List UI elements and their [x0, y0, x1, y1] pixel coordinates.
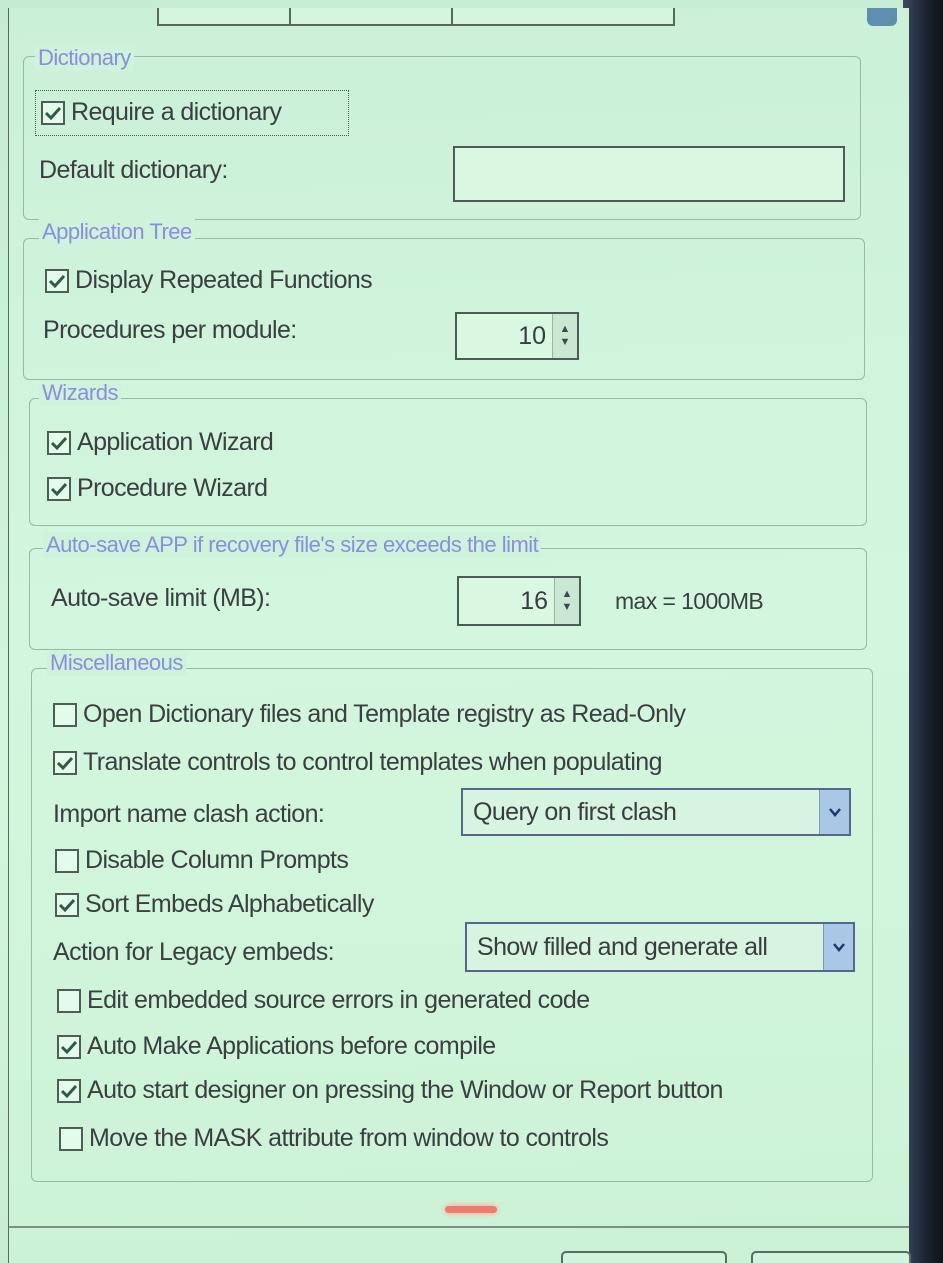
checkbox-box[interactable]: [45, 268, 69, 293]
application-tree-group: [23, 238, 865, 380]
checkbox-label: Sort Embeds Alphabetically: [85, 890, 374, 918]
sort-embeds-checkbox[interactable]: Sort Embeds Alphabetically: [55, 890, 374, 919]
checkbox-box[interactable]: [59, 1126, 83, 1151]
checkmark-icon: [60, 1084, 78, 1098]
spinner-value: 16: [520, 586, 548, 615]
checkbox-box[interactable]: [53, 702, 77, 727]
autosave-limit-spinner[interactable]: 16 ▲ ▼: [457, 576, 581, 626]
require-dictionary-checkbox[interactable]: Require a dictionary: [41, 98, 282, 127]
procedures-per-module-spinner[interactable]: 10 ▲ ▼: [455, 312, 579, 360]
disable-column-prompts-checkbox[interactable]: Disable Column Prompts: [55, 846, 349, 875]
checkmark-icon: [44, 106, 62, 120]
checkbox-box[interactable]: [53, 750, 77, 775]
checkmark-icon: [58, 898, 76, 912]
monitor-bezel: [903, 0, 943, 1263]
checkbox-box[interactable]: [55, 848, 79, 873]
wizards-group: [29, 398, 867, 526]
autosave-limit-label: Auto-save limit (MB):: [51, 584, 271, 612]
chevron-down-icon[interactable]: [819, 790, 849, 834]
wizards-legend: Wizards: [39, 380, 121, 406]
spin-down-icon[interactable]: ▼: [560, 337, 571, 348]
application-tree-legend: Application Tree: [39, 219, 195, 245]
checkbox-box[interactable]: [41, 100, 65, 125]
ide-options-dialog: Dictionary Require a dictionary Default …: [8, 8, 911, 1263]
ok-button[interactable]: [561, 1251, 727, 1263]
checkbox-label: Open Dictionary files and Template regis…: [83, 700, 686, 728]
display-repeated-functions-checkbox[interactable]: Display Repeated Functions: [45, 266, 373, 295]
checkbox-label: Require a dictionary: [71, 98, 282, 126]
checkbox-label: Application Wizard: [77, 428, 274, 456]
spin-arrows-icon[interactable]: ▲ ▼: [554, 578, 579, 624]
laser-pointer-dot: [445, 1206, 497, 1213]
import-clash-select[interactable]: Query on first clash: [461, 788, 851, 836]
checkbox-label: Edit embedded source errors in generated…: [87, 986, 590, 1014]
spin-arrows-icon[interactable]: ▲ ▼: [552, 314, 577, 358]
checkmark-icon: [48, 274, 66, 288]
application-wizard-checkbox[interactable]: Application Wizard: [47, 428, 274, 457]
checkbox-box[interactable]: [57, 1034, 81, 1059]
open-readonly-checkbox[interactable]: Open Dictionary files and Template regis…: [53, 700, 686, 729]
default-dictionary-field[interactable]: [453, 146, 845, 202]
checkbox-label: Display Repeated Functions: [75, 266, 373, 294]
tab-strip: [9, 8, 909, 26]
checkbox-label: Move the MASK attribute from window to c…: [89, 1124, 609, 1152]
translate-controls-checkbox[interactable]: Translate controls to control templates …: [53, 748, 663, 777]
tab-scroll-arrow[interactable]: [867, 8, 897, 26]
spin-up-icon[interactable]: ▲: [562, 589, 573, 600]
legacy-embeds-select[interactable]: Show filled and generate all: [465, 922, 855, 972]
procedures-per-module-label: Procedures per module:: [43, 316, 297, 344]
checkmark-icon: [50, 482, 68, 496]
cancel-button[interactable]: [751, 1251, 911, 1263]
tab-2[interactable]: [289, 8, 453, 26]
checkbox-box[interactable]: [57, 1078, 81, 1103]
auto-start-designer-checkbox[interactable]: Auto start designer on pressing the Wind…: [57, 1076, 723, 1105]
autosave-legend: Auto-save APP if recovery file's size ex…: [43, 532, 542, 558]
spin-down-icon[interactable]: ▼: [562, 602, 573, 613]
checkbox-box[interactable]: [55, 892, 79, 917]
tab-3[interactable]: [451, 8, 675, 26]
default-dictionary-label: Default dictionary:: [39, 156, 228, 184]
procedure-wizard-checkbox[interactable]: Procedure Wizard: [47, 474, 268, 503]
checkbox-box[interactable]: [47, 476, 71, 501]
chevron-down-icon[interactable]: [823, 924, 853, 970]
import-clash-label: Import name clash action:: [53, 800, 325, 828]
spinner-value: 10: [518, 321, 546, 350]
checkbox-box[interactable]: [57, 988, 81, 1013]
autosave-max-text: max = 1000MB: [615, 588, 764, 614]
miscellaneous-legend: Miscellaneous: [47, 650, 186, 676]
move-mask-checkbox[interactable]: Move the MASK attribute from window to c…: [59, 1124, 609, 1153]
checkbox-label: Auto start designer on pressing the Wind…: [87, 1076, 723, 1104]
edit-embedded-errors-checkbox[interactable]: Edit embedded source errors in generated…: [57, 986, 590, 1015]
tab-1[interactable]: [157, 8, 291, 26]
checkbox-label: Auto Make Applications before compile: [87, 1032, 496, 1060]
spin-up-icon[interactable]: ▲: [560, 324, 571, 335]
screen: Dictionary Require a dictionary Default …: [0, 0, 943, 1263]
select-value: Query on first clash: [473, 797, 677, 826]
checkbox-label: Disable Column Prompts: [85, 846, 349, 874]
checkmark-icon: [50, 436, 68, 450]
checkbox-label: Procedure Wizard: [77, 474, 268, 502]
checkmark-icon: [60, 1040, 78, 1054]
button-separator: [9, 1226, 909, 1228]
auto-make-checkbox[interactable]: Auto Make Applications before compile: [57, 1032, 496, 1061]
legacy-embeds-label: Action for Legacy embeds:: [53, 938, 335, 966]
checkbox-label: Translate controls to control templates …: [83, 748, 663, 776]
checkmark-icon: [56, 756, 74, 770]
select-value: Show filled and generate all: [477, 932, 768, 961]
dictionary-legend: Dictionary: [35, 45, 134, 71]
checkbox-box[interactable]: [47, 430, 71, 455]
